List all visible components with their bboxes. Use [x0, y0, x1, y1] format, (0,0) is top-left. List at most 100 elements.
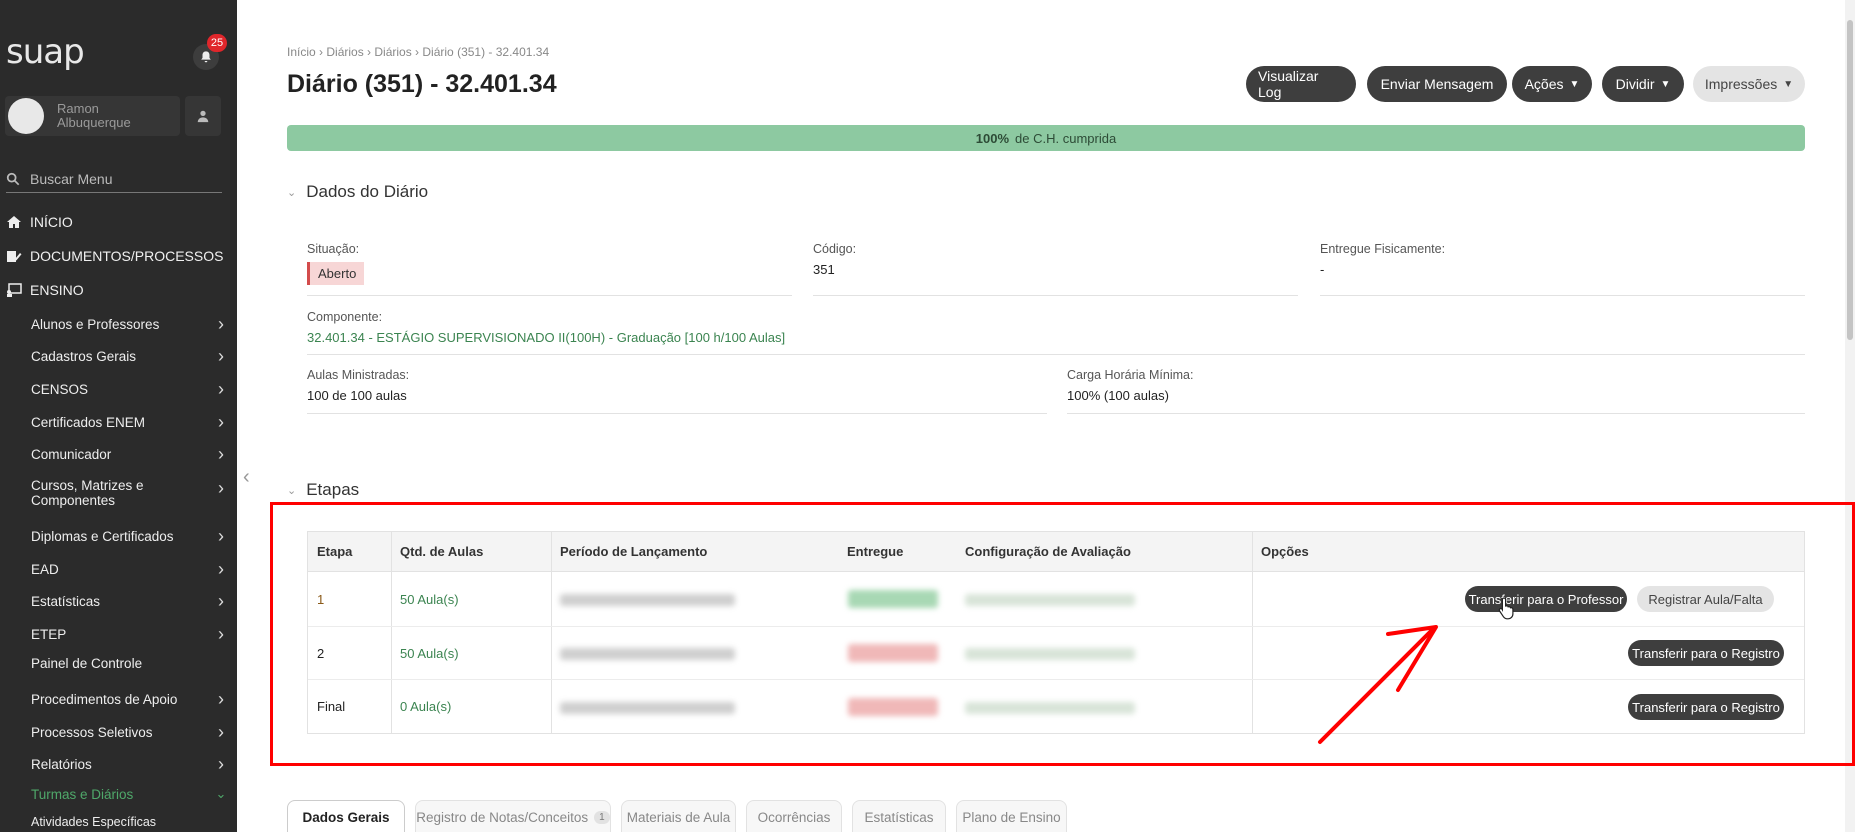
divider — [1067, 413, 1805, 414]
chevron-down-icon: ⌄ — [215, 786, 227, 801]
field-label: Aulas Ministradas: — [307, 368, 410, 382]
tab-label: Estatísticas — [864, 809, 934, 825]
sidebar-item-cursos-matrizes[interactable]: Cursos, Matrizes e Componentes › — [31, 478, 227, 508]
breadcrumb-item[interactable]: Diários — [326, 45, 363, 59]
divider — [813, 295, 1298, 296]
tab-materiais-de-aula[interactable]: Materiais de Aula — [621, 800, 736, 832]
sidebar-item-label: Comunicador — [31, 447, 112, 462]
sidebar-item-turmas-e-diarios[interactable]: Turmas e Diários ⌄ — [31, 786, 227, 802]
button-label: Impressões — [1704, 76, 1778, 92]
breadcrumb: Início › Diários › Diários › Diário (351… — [287, 45, 550, 59]
button-label: Enviar Mensagem — [1380, 76, 1494, 92]
suap-logo[interactable]: suap — [6, 32, 85, 72]
chevron-right-icon: › — [218, 722, 224, 742]
sidebar-item-ead[interactable]: EAD › — [31, 559, 227, 580]
notification-count-badge: 25 — [207, 34, 227, 52]
search-placeholder: Buscar Menu — [30, 170, 113, 187]
sidebar-item-label: Certificados ENEM — [31, 415, 146, 430]
sidebar-item-estatisticas[interactable]: Estatísticas › — [31, 591, 227, 612]
classroom-icon — [7, 283, 22, 297]
nav-item-inicio[interactable]: INÍCIO — [6, 212, 73, 232]
nav-item-label: INÍCIO — [30, 214, 73, 230]
chevron-down-icon: ⌄ — [287, 186, 297, 199]
chevron-right-icon: › — [218, 689, 224, 709]
sidebar-item-label: CENSOS — [31, 382, 89, 397]
sidebar-item-certificados-enem[interactable]: Certificados ENEM › — [31, 412, 227, 433]
sidebar-item-atividades-especificas[interactable]: Atividades Específicas — [31, 815, 227, 829]
componente-field: Componente: 32.401.34 - ESTÁGIO SUPERVIS… — [307, 310, 785, 345]
sidebar-item-cadastros-gerais[interactable]: Cadastros Gerais › — [31, 346, 227, 367]
section-dados-do-diario[interactable]: ⌄ Dados do Diário — [287, 182, 428, 202]
field-value: - — [1320, 262, 1325, 277]
tab-label: Registro de Notas/Conceitos — [416, 809, 589, 825]
chevron-right-icon: › — [218, 444, 224, 464]
button-label: Ações — [1524, 76, 1564, 92]
tab-plano-de-ensino[interactable]: Plano de Ensino — [956, 800, 1067, 832]
document-edit-icon — [7, 251, 22, 262]
tab-label: Dados Gerais — [302, 809, 390, 825]
divider — [307, 413, 1047, 414]
field-label: Entregue Fisicamente: — [1320, 242, 1446, 256]
sidebar-item-diplomas[interactable]: Diplomas e Certificados › — [31, 526, 227, 547]
acoes-dropdown-button[interactable]: Ações ▼ — [1512, 66, 1592, 102]
sidebar-item-etep[interactable]: ETEP › — [31, 624, 227, 645]
breadcrumb-item[interactable]: Início — [287, 45, 316, 59]
field-label: Código: — [813, 242, 857, 256]
scrollbar-thumb[interactable] — [1847, 20, 1853, 340]
section-title: Dados do Diário — [306, 182, 429, 201]
sidebar-item-procedimentos-de-apoio[interactable]: Procedimentos de Apoio › — [31, 689, 227, 710]
section-title: Etapas — [306, 480, 360, 499]
sidebar-item-comunicador[interactable]: Comunicador › — [31, 444, 227, 465]
nav-item-label: DOCUMENTOS/PROCESSOS — [30, 248, 224, 264]
progress-value: 100% — [975, 130, 1010, 146]
field-value: 100 de 100 aulas — [307, 388, 407, 403]
sidebar-item-painel-de-controle[interactable]: Painel de Controle — [31, 656, 227, 671]
dividir-dropdown-button[interactable]: Dividir ▼ — [1602, 66, 1684, 102]
breadcrumb-item[interactable]: Diários — [374, 45, 411, 59]
situacao-field: Situação: Aberto — [307, 242, 365, 285]
collapse-sidebar-icon[interactable]: ‹ — [243, 466, 250, 489]
nav-item-documentos[interactable]: DOCUMENTOS/PROCESSOS — [6, 246, 223, 266]
sidebar-item-label: Turmas e Diários — [31, 786, 134, 802]
sidebar-item-processos-seletivos[interactable]: Processos Seletivos › — [31, 722, 227, 743]
entregue-fisicamente-field: Entregue Fisicamente: - — [1320, 242, 1445, 277]
user-menu-button[interactable] — [185, 96, 221, 136]
codigo-field: Código: 351 — [813, 242, 856, 277]
user-profile[interactable]: Ramon Albuquerque — [5, 96, 180, 136]
sidebar-item-censos[interactable]: CENSOS › — [31, 379, 227, 400]
field-value: 351 — [813, 262, 835, 277]
carga-horaria-field: Carga Horária Mínima: 100% (100 aulas) — [1067, 368, 1193, 403]
tab-registro-de-notas[interactable]: Registro de Notas/Conceitos 1 — [415, 800, 611, 832]
sidebar-item-relatorios[interactable]: Relatórios › — [31, 754, 227, 775]
chevron-right-icon: › — [218, 526, 224, 546]
nav-item-ensino[interactable]: ENSINO — [6, 280, 84, 300]
sidebar-item-label: Relatórios — [31, 757, 92, 772]
tab-label: Plano de Ensino — [962, 809, 1061, 825]
impressoes-dropdown-button[interactable]: Impressões ▼ — [1693, 66, 1805, 102]
sidebar-item-label: Alunos e Professores — [31, 317, 160, 332]
tab-dados-gerais[interactable]: Dados Gerais — [287, 800, 405, 832]
visualizar-log-button[interactable]: Visualizar Log — [1246, 66, 1356, 102]
enviar-mensagem-button[interactable]: Enviar Mensagem — [1367, 66, 1507, 102]
menu-search-input[interactable]: Buscar Menu — [6, 165, 222, 193]
sidebar: suap 25 Ramon Albuquerque Buscar Menu IN… — [0, 0, 237, 832]
home-icon — [7, 216, 21, 228]
field-value: 100% (100 aulas) — [1067, 388, 1169, 403]
progress-label: de C.H. cumprida — [1015, 130, 1117, 146]
sidebar-item-label: Estatísticas — [31, 594, 101, 609]
tab-ocorrencias[interactable]: Ocorrências — [746, 800, 842, 832]
componente-link[interactable]: 32.401.34 - ESTÁGIO SUPERVISIONADO II(10… — [307, 330, 785, 345]
tab-estatisticas[interactable]: Estatísticas — [852, 800, 946, 832]
sidebar-item-alunos-e-professores[interactable]: Alunos e Professores › — [31, 314, 227, 335]
chevron-right-icon: › — [218, 314, 224, 334]
status-badge: Aberto — [307, 262, 365, 285]
tab-count-badge: 1 — [594, 810, 610, 824]
avatar — [8, 98, 44, 134]
ch-progress-bar: 100% de C.H. cumprida — [287, 125, 1805, 151]
button-label: Dividir — [1615, 76, 1655, 92]
field-label: Situação: — [307, 242, 360, 256]
divider — [1320, 295, 1805, 296]
section-etapas[interactable]: ⌄ Etapas — [287, 480, 359, 500]
breadcrumb-item: Diário (351) - 32.401.34 — [422, 45, 550, 59]
tab-label: Ocorrências — [757, 809, 831, 825]
